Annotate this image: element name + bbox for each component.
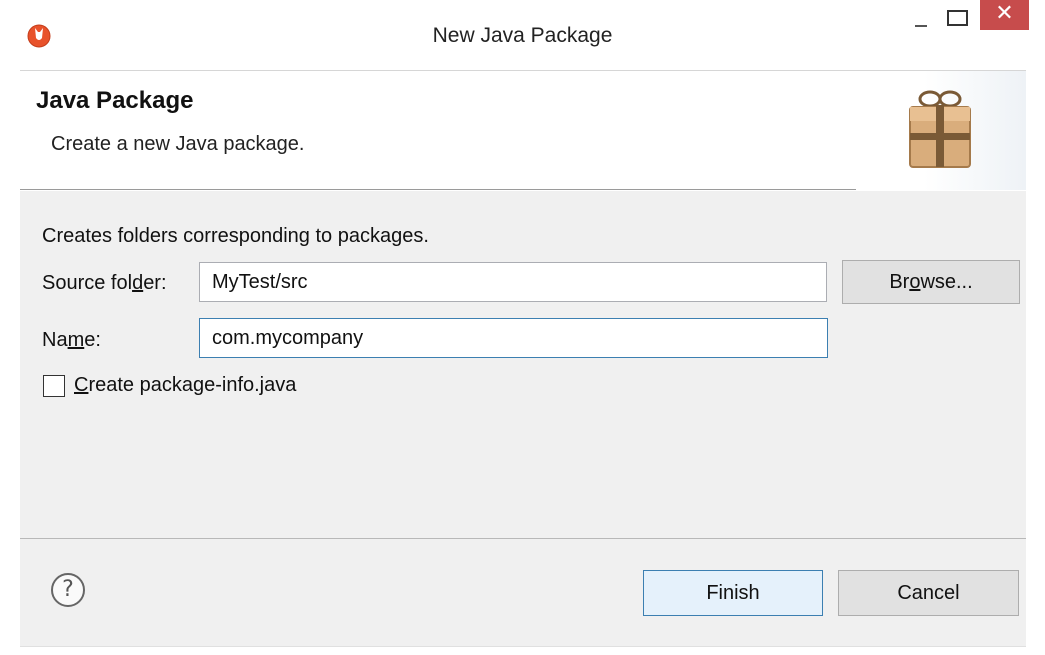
intro-text: Creates folders corresponding to package…: [42, 225, 429, 247]
create-package-info-text: reate package-info.java: [88, 374, 297, 396]
package-name-input[interactable]: com.mycompany: [199, 318, 828, 358]
source-folder-label-start: Source fol: [42, 272, 133, 294]
source-folder-input[interactable]: MyTest/src: [199, 262, 827, 302]
browse-label-mnemonic: o: [909, 271, 921, 293]
window-title: New Java Package: [432, 24, 613, 47]
dialog-bottom-border: [20, 646, 1026, 647]
name-label-end: e:: [84, 329, 101, 351]
help-icon[interactable]: ?: [51, 573, 85, 607]
name-label-mnemonic: m: [67, 329, 85, 351]
wizard-body: Creates folders corresponding to package…: [20, 191, 1026, 539]
browse-label-end: wse...: [920, 271, 973, 293]
minimize-icon[interactable]: [907, 0, 935, 32]
source-folder-label: Source folder:: [42, 272, 167, 295]
source-folder-label-end: er:: [143, 272, 167, 294]
finish-button[interactable]: Finish: [643, 570, 823, 616]
close-button[interactable]: ✕: [980, 0, 1029, 30]
close-icon: ✕: [995, 1, 1014, 26]
wizard-banner: Java Package Create a new Java package.: [20, 70, 1026, 190]
source-folder-label-mnemonic: d: [132, 272, 144, 294]
new-java-package-dialog: New Java Package ✕ Java Package Create a…: [0, 0, 1045, 655]
create-package-info-mnemonic: C: [74, 374, 89, 396]
maximize-icon[interactable]: [942, 0, 972, 32]
browse-label-start: Br: [889, 271, 910, 293]
banner-description: Create a new Java package.: [51, 133, 305, 155]
name-label-start: Na: [42, 329, 68, 351]
wizard-footer: ? Finish Cancel: [20, 538, 1026, 646]
create-package-info-checkbox[interactable]: [43, 375, 65, 397]
name-label: Name:: [42, 329, 101, 352]
package-icon: [909, 90, 971, 168]
cancel-button[interactable]: Cancel: [838, 570, 1019, 616]
title-bar[interactable]: New Java Package ✕: [0, 0, 1045, 70]
create-package-info-label[interactable]: Create package-info.java: [74, 374, 296, 397]
banner-title: Java Package: [36, 87, 194, 114]
browse-button[interactable]: Browse...: [842, 260, 1020, 304]
